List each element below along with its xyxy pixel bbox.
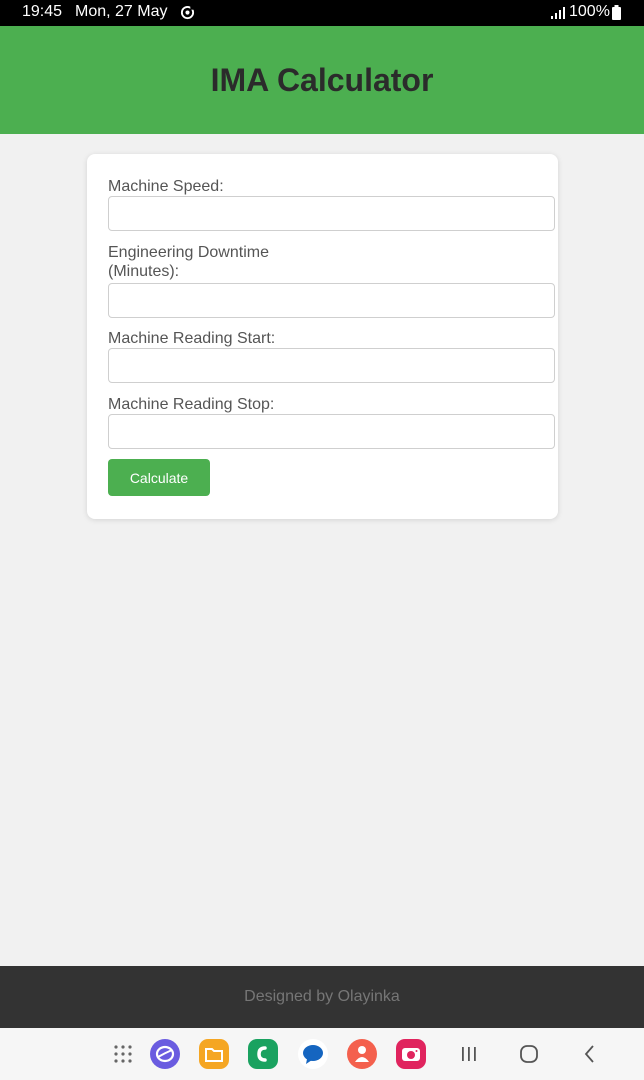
- app-drawer-icon[interactable]: [111, 1042, 135, 1066]
- messages-icon[interactable]: [298, 1039, 328, 1069]
- engineering-downtime-input[interactable]: [108, 283, 555, 318]
- phone-icon[interactable]: [248, 1039, 278, 1069]
- signal-icon: [551, 7, 565, 19]
- machine-reading-stop-label: Machine Reading Stop:: [108, 396, 275, 413]
- machine-speed-input[interactable]: [108, 196, 555, 231]
- engineering-downtime-label: Engineering Downtime (Minutes):: [108, 244, 269, 280]
- calculator-form-card: Machine Speed: Engineering Downtime (Min…: [87, 154, 558, 519]
- footer-credit: Designed by Olayinka: [244, 988, 400, 1005]
- contacts-icon[interactable]: [347, 1039, 377, 1069]
- status-time: 19:45: [22, 3, 63, 20]
- navigation-bar: [0, 1028, 644, 1080]
- sync-icon: [180, 5, 195, 20]
- status-date: Mon, 27 May: [75, 3, 168, 20]
- machine-reading-stop-input[interactable]: [108, 414, 555, 449]
- machine-speed-label: Machine Speed:: [108, 178, 224, 195]
- internet-browser-icon[interactable]: [150, 1039, 180, 1069]
- machine-reading-start-input[interactable]: [108, 348, 555, 383]
- status-bar: 19:45 Mon, 27 May 100%: [0, 0, 644, 26]
- page-title: IMA Calculator: [210, 61, 434, 98]
- page-footer: Designed by Olayinka: [0, 966, 644, 1028]
- calculate-button[interactable]: Calculate: [108, 459, 210, 496]
- my-files-icon[interactable]: [199, 1039, 229, 1069]
- battery-level: 100%: [569, 3, 610, 20]
- app-header: IMA Calculator: [0, 26, 644, 134]
- camera-icon[interactable]: [396, 1039, 426, 1069]
- battery-icon: [612, 5, 621, 20]
- back-icon[interactable]: [578, 1042, 602, 1066]
- home-icon[interactable]: [517, 1042, 541, 1066]
- recents-icon[interactable]: [457, 1042, 481, 1066]
- machine-reading-start-label: Machine Reading Start:: [108, 330, 276, 347]
